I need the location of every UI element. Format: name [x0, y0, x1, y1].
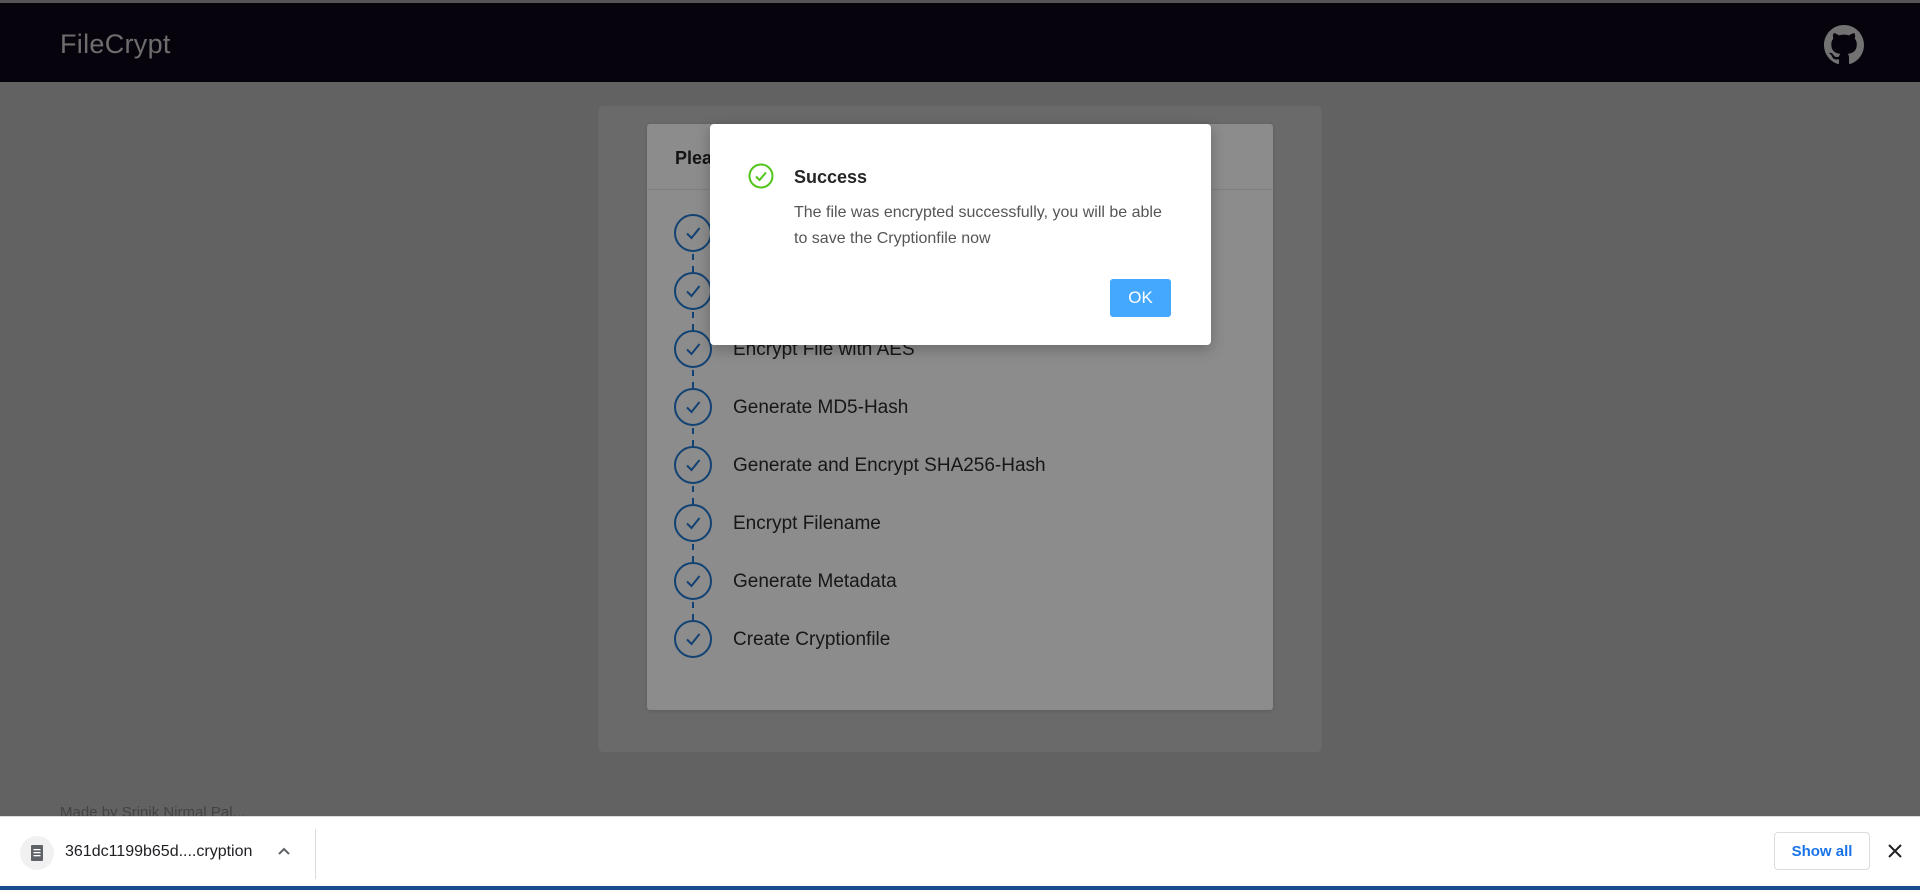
- ok-button[interactable]: OK: [1110, 279, 1171, 317]
- dialog-message: The file was encrypted successfully, you…: [794, 204, 1162, 247]
- success-dialog: Success The file was encrypted successfu…: [710, 124, 1211, 345]
- file-icon[interactable]: [20, 836, 54, 870]
- check-circle-icon: [748, 163, 774, 189]
- dialog-title: Success: [794, 167, 868, 187]
- chevron-up-icon[interactable]: [276, 843, 292, 859]
- close-icon[interactable]: [1885, 841, 1905, 861]
- taskbar-strip: [0, 886, 1920, 890]
- divider: [315, 829, 316, 879]
- download-bar: 361dc1199b65d....cryption Show all: [0, 816, 1920, 890]
- modal-overlay[interactable]: [0, 0, 1920, 816]
- download-filename[interactable]: 361dc1199b65d....cryption: [65, 843, 252, 861]
- show-all-button[interactable]: Show all: [1774, 832, 1870, 870]
